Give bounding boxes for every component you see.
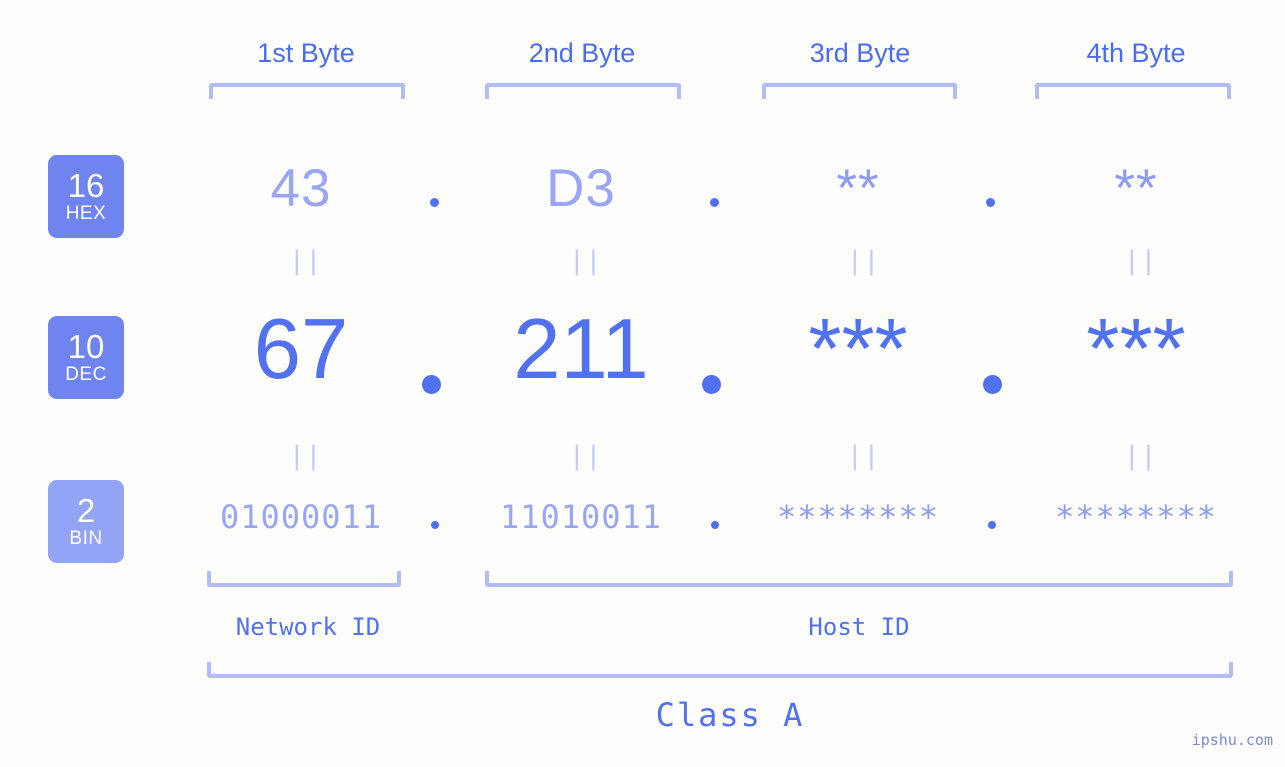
byte-header-1: 1st Byte xyxy=(257,38,355,68)
equality-marker-dec-bin-3: || xyxy=(847,441,881,471)
dec-byte-1: 67 xyxy=(253,302,349,397)
radix-badge-dec[interactable]: 10 DEC xyxy=(48,316,124,399)
radix-badge-bin[interactable]: 2 BIN xyxy=(48,480,124,563)
host-id-label: Host ID xyxy=(808,613,910,641)
host-id-bracket xyxy=(485,571,1233,587)
radix-badge-dec-label: DEC xyxy=(65,363,107,385)
byte-header-4: 4th Byte xyxy=(1086,38,1186,68)
dec-separator-dot-1 xyxy=(422,375,441,394)
byte-bracket-3 xyxy=(762,83,957,99)
dec-separator-dot-3 xyxy=(983,375,1002,394)
byte-bracket-2 xyxy=(485,83,681,99)
radix-badge-bin-label: BIN xyxy=(69,527,103,549)
dec-byte-3: *** xyxy=(808,302,908,397)
byte-bracket-4 xyxy=(1035,83,1231,99)
hex-byte-4: ** xyxy=(1114,159,1158,218)
bin-separator-dot-3 xyxy=(988,521,996,529)
radix-badge-dec-number: 10 xyxy=(67,327,105,365)
equality-marker-hex-dec-1: || xyxy=(289,246,323,276)
site-watermark: ipshu.com xyxy=(1191,731,1273,749)
bin-byte-3: ******** xyxy=(776,498,940,536)
dec-byte-2: 211 xyxy=(513,302,649,397)
radix-badge-hex-number: 16 xyxy=(67,166,105,204)
radix-badge-hex[interactable]: 16 HEX xyxy=(48,155,124,238)
hex-byte-1: 43 xyxy=(270,159,332,218)
equality-marker-hex-dec-3: || xyxy=(847,246,881,276)
equality-marker-hex-dec-4: || xyxy=(1124,246,1158,276)
equality-marker-hex-dec-2: || xyxy=(569,246,603,276)
address-class-label: Class A xyxy=(655,696,805,734)
ip-address-breakdown-diagram: 1st Byte 2nd Byte 3rd Byte 4th Byte 16 H… xyxy=(0,0,1285,767)
hex-separator-dot-3 xyxy=(986,198,995,207)
address-class-bracket xyxy=(207,662,1233,678)
byte-bracket-1 xyxy=(209,83,405,99)
bin-byte-1: 01000011 xyxy=(219,498,383,536)
hex-byte-2: D3 xyxy=(546,159,616,218)
bin-byte-2: 11010011 xyxy=(499,498,663,536)
radix-badge-bin-number: 2 xyxy=(76,491,96,529)
byte-header-2: 2nd Byte xyxy=(528,38,636,68)
bin-separator-dot-1 xyxy=(431,521,439,529)
equality-marker-dec-bin-4: || xyxy=(1124,441,1158,471)
hex-byte-3: ** xyxy=(836,159,880,218)
equality-marker-dec-bin-1: || xyxy=(289,441,323,471)
dec-separator-dot-2 xyxy=(702,375,721,394)
dec-byte-4: *** xyxy=(1086,302,1186,397)
network-id-label: Network ID xyxy=(235,613,381,641)
bin-separator-dot-2 xyxy=(711,521,719,529)
network-id-bracket xyxy=(207,571,401,587)
equality-marker-dec-bin-2: || xyxy=(569,441,603,471)
radix-badge-hex-label: HEX xyxy=(65,202,107,224)
hex-separator-dot-2 xyxy=(710,198,719,207)
bin-byte-4: ******** xyxy=(1054,498,1218,536)
hex-separator-dot-1 xyxy=(430,198,439,207)
byte-header-3: 3rd Byte xyxy=(809,38,911,68)
